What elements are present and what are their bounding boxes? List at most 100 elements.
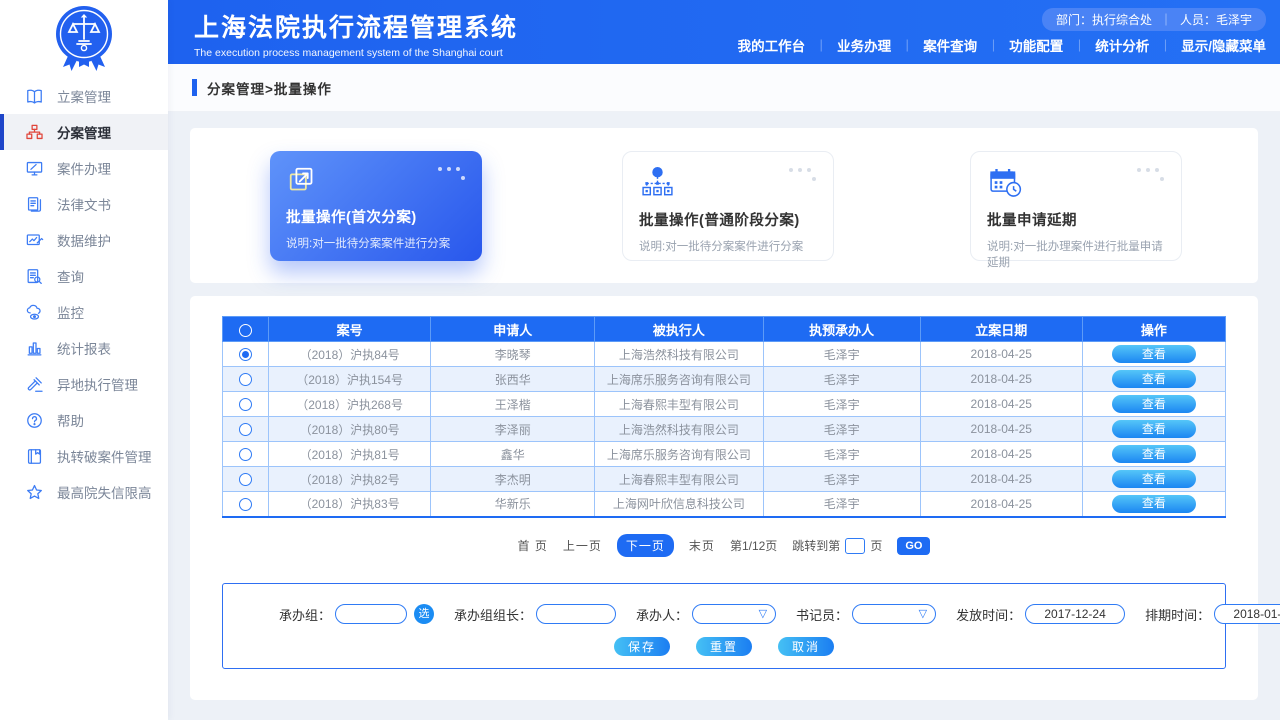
- sidebar-item-6[interactable]: 监控: [0, 294, 168, 330]
- sidebar-item-4[interactable]: 数据维护: [0, 222, 168, 258]
- clerk-select[interactable]: ▽: [852, 604, 936, 624]
- view-button[interactable]: 查看: [1112, 370, 1196, 388]
- cell-executee: 上海网叶欣信息科技公司: [595, 492, 763, 517]
- jump-page-input[interactable]: [845, 538, 865, 554]
- page-last-button[interactable]: 末页: [689, 537, 715, 554]
- col-applicant: 申请人: [431, 317, 595, 342]
- cell-applicant: 李晓琴: [431, 342, 595, 367]
- sidebar-item-label: 异地执行管理: [57, 374, 138, 394]
- col-date: 立案日期: [920, 317, 1082, 342]
- table-row: （2018）沪执81号 鑫华 上海席乐服务咨询有限公司 毛泽宇 2018-04-…: [223, 442, 1226, 467]
- pick-group-button[interactable]: 选: [414, 604, 434, 624]
- sidebar-item-9[interactable]: 帮助: [0, 402, 168, 438]
- chart-edit-icon: [25, 231, 44, 250]
- cell-executee: 上海席乐服务咨询有限公司: [595, 442, 763, 467]
- cell-handler: 毛泽宇: [763, 342, 920, 367]
- cancel-button[interactable]: 取消: [778, 637, 834, 656]
- cell-case-no: （2018）沪执82号: [269, 467, 431, 492]
- cell-executee: 上海浩然科技有限公司: [595, 417, 763, 442]
- row-radio[interactable]: [239, 448, 252, 461]
- nav-separator: ｜: [987, 37, 999, 54]
- nav-item-5[interactable]: 显示/隐藏菜单: [1181, 35, 1266, 55]
- schedule-date-input[interactable]: [1214, 604, 1280, 624]
- col-executee: 被执行人: [595, 317, 763, 342]
- leader-label: 承办组组长：: [454, 605, 532, 624]
- app-subtitle: The execution process management system …: [194, 47, 518, 59]
- view-button[interactable]: 查看: [1112, 470, 1196, 488]
- sidebar-item-7[interactable]: 统计报表: [0, 330, 168, 366]
- cell-applicant: 鑫华: [431, 442, 595, 467]
- sidebar-item-label: 查询: [57, 266, 84, 286]
- sidebar-item-label: 数据维护: [57, 230, 111, 250]
- row-radio[interactable]: [239, 398, 252, 411]
- cell-date: 2018-04-25: [920, 417, 1082, 442]
- nav-item-4[interactable]: 统计分析: [1095, 35, 1149, 55]
- view-button[interactable]: 查看: [1112, 395, 1196, 413]
- card-batch-stage-assign[interactable]: 批量操作(普通阶段分案) 说明:对一批待分案案件进行分案: [622, 151, 834, 261]
- view-button[interactable]: 查看: [1112, 420, 1196, 438]
- gavel-icon: [25, 375, 44, 394]
- card-dots-icon: [1137, 168, 1165, 183]
- department-info: 部门：执行综合处: [1056, 11, 1152, 28]
- row-radio[interactable]: [239, 348, 252, 361]
- go-button[interactable]: GO: [897, 537, 930, 555]
- page-info: 第1/12页: [730, 537, 777, 554]
- col-handler: 执预承办人: [763, 317, 920, 342]
- cell-handler: 毛泽宇: [763, 467, 920, 492]
- view-button[interactable]: 查看: [1112, 495, 1196, 513]
- row-radio[interactable]: [239, 423, 252, 436]
- sidebar-item-0[interactable]: 立案管理: [0, 78, 168, 114]
- document-icon: [25, 195, 44, 214]
- nav-item-3[interactable]: 功能配置: [1009, 35, 1063, 55]
- save-button[interactable]: 保存: [614, 637, 670, 656]
- sidebar-item-5[interactable]: 查询: [0, 258, 168, 294]
- leader-input[interactable]: [536, 604, 616, 624]
- select-all-radio[interactable]: [239, 324, 252, 337]
- cell-case-no: （2018）沪执80号: [269, 417, 431, 442]
- sidebar-item-10[interactable]: 执转破案件管理: [0, 438, 168, 474]
- cell-applicant: 李杰明: [431, 467, 595, 492]
- cell-date: 2018-04-25: [920, 342, 1082, 367]
- pagination: 首 页 上一页 下一页 末页 第1/12页 跳转到第 页 GO: [190, 534, 1258, 557]
- sidebar-item-8[interactable]: 异地执行管理: [0, 366, 168, 402]
- row-radio[interactable]: [239, 473, 252, 486]
- cell-case-no: （2018）沪执81号: [269, 442, 431, 467]
- cell-applicant: 王泽楷: [431, 392, 595, 417]
- row-radio[interactable]: [239, 373, 252, 386]
- view-button[interactable]: 查看: [1112, 345, 1196, 363]
- group-input[interactable]: [335, 604, 407, 624]
- nav-item-0[interactable]: 我的工作台: [738, 35, 806, 55]
- card-batch-first-assign[interactable]: 批量操作(首次分案) 说明:对一批待分案案件进行分案: [270, 151, 482, 261]
- table-row: （2018）沪执84号 李晓琴 上海浩然科技有限公司 毛泽宇 2018-04-2…: [223, 342, 1226, 367]
- sidebar-item-label: 法律文书: [57, 194, 111, 214]
- sidebar-item-11[interactable]: 最高院失信限高: [0, 474, 168, 510]
- nav-item-2[interactable]: 案件查询: [923, 35, 977, 55]
- page-first-button[interactable]: 首 页: [518, 537, 548, 554]
- table-row: （2018）沪执80号 李泽丽 上海浩然科技有限公司 毛泽宇 2018-04-2…: [223, 417, 1226, 442]
- cell-executee: 上海席乐服务咨询有限公司: [595, 367, 763, 392]
- schedule-date-label: 排期时间：: [1145, 605, 1210, 624]
- handler-select[interactable]: ▽: [692, 604, 776, 624]
- issue-date-input[interactable]: [1025, 604, 1125, 624]
- clerk-field: 书记员： ▽: [796, 604, 936, 624]
- form-fields-row: 承办组： 选 承办组组长： 承办人： ▽ 书记员： ▽ 发放时间：: [223, 584, 1225, 624]
- page-next-button[interactable]: 下一页: [617, 534, 674, 557]
- page-prev-button[interactable]: 上一页: [563, 537, 602, 554]
- row-radio[interactable]: [239, 498, 252, 511]
- title-block: 上海法院执行流程管理系统 The execution process manag…: [194, 8, 518, 59]
- view-button[interactable]: 查看: [1112, 445, 1196, 463]
- sidebar-item-label: 监控: [57, 302, 84, 322]
- archive-icon: [25, 447, 44, 466]
- cell-applicant: 张西华: [431, 367, 595, 392]
- nav-separator: ｜: [1073, 37, 1085, 54]
- sidebar-item-1[interactable]: 分案管理: [0, 114, 168, 150]
- cell-handler: 毛泽宇: [763, 492, 920, 517]
- nav-item-1[interactable]: 业务办理: [837, 35, 891, 55]
- cell-applicant: 华新乐: [431, 492, 595, 517]
- sidebar-item-3[interactable]: 法律文书: [0, 186, 168, 222]
- card-batch-extension[interactable]: 批量申请延期 说明:对一批办理案件进行批量申请延期: [970, 151, 1182, 261]
- jump-suffix-label: 页: [870, 537, 882, 554]
- sidebar-item-2[interactable]: 案件办理: [0, 150, 168, 186]
- reset-button[interactable]: 重置: [696, 637, 752, 656]
- cell-handler: 毛泽宇: [763, 442, 920, 467]
